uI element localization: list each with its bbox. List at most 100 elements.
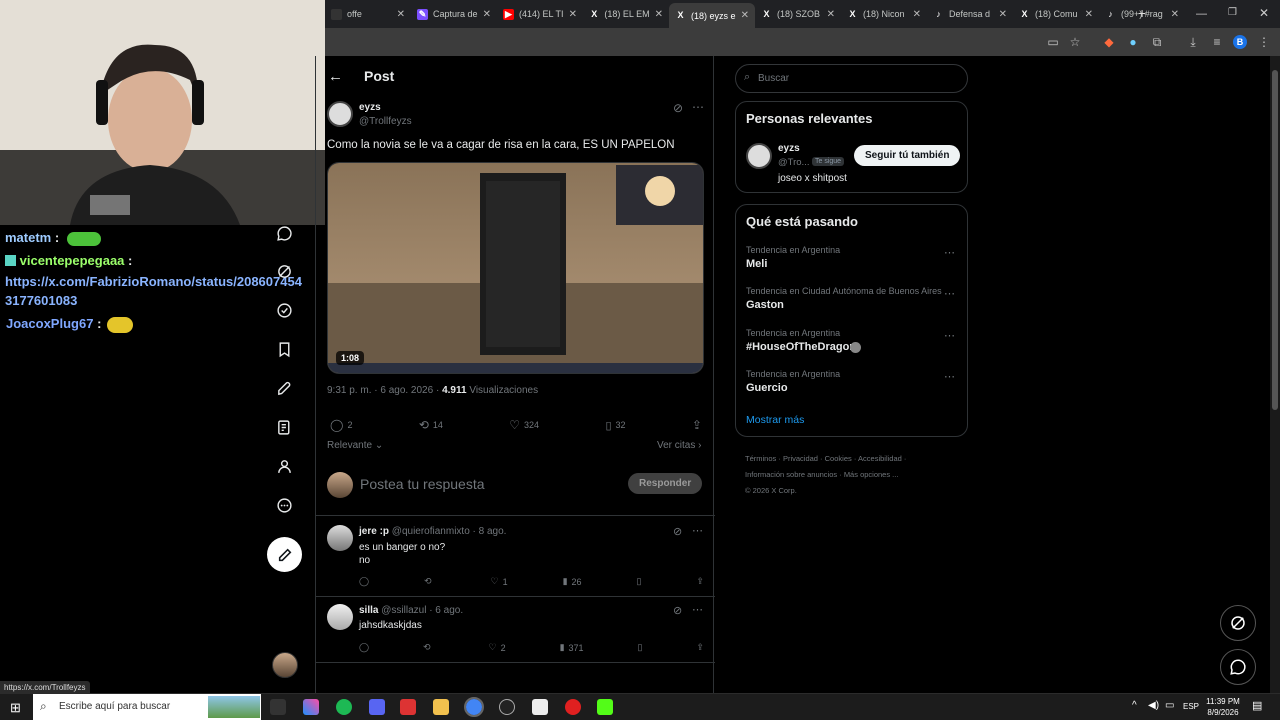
relevant-handle[interactable]: @Tro... <box>778 157 809 168</box>
obs-icon[interactable] <box>499 699 515 715</box>
close-tab-icon[interactable]: ✕ <box>397 9 405 20</box>
compose-post-button[interactable] <box>267 537 302 572</box>
reply-author[interactable]: silla <box>359 605 378 616</box>
browser-tab[interactable]: offe ✕ <box>325 3 411 25</box>
views-button[interactable]: ▮ 371 <box>560 642 584 653</box>
close-tab-icon[interactable]: ✕ <box>741 10 749 21</box>
close-tab-icon[interactable]: ✕ <box>827 9 835 20</box>
browser-tab[interactable]: X (18) eyzs e ✕ <box>669 3 755 28</box>
avatar[interactable] <box>327 525 353 551</box>
grok-icon[interactable]: ⊘ <box>673 525 682 538</box>
messages-fab[interactable] <box>1220 649 1256 685</box>
more-options-icon[interactable]: ⋯ <box>944 329 955 342</box>
notifications-icon[interactable]: ▤ <box>1252 699 1262 712</box>
network-icon[interactable]: ▭ <box>1165 700 1174 711</box>
discord-icon[interactable] <box>369 699 385 715</box>
like-button[interactable]: ♡ 1 <box>491 576 508 587</box>
browser-tab[interactable]: X (18) Comu ✕ <box>1013 3 1099 25</box>
app-icon[interactable] <box>532 699 548 715</box>
close-tab-icon[interactable]: ✕ <box>483 9 491 20</box>
sort-dropdown[interactable]: Relevante ⌄ <box>327 440 383 451</box>
reply-submit-button[interactable]: Responder <box>628 473 703 494</box>
back-arrow-icon[interactable]: ← <box>328 68 343 85</box>
app-icon[interactable] <box>400 699 416 715</box>
minimize-icon[interactable]: — <box>1196 8 1207 20</box>
repost-button[interactable]: ⟲ <box>423 642 435 653</box>
profile-avatar[interactable]: B <box>1233 35 1247 49</box>
more-options-icon[interactable]: ⋯ <box>692 603 703 616</box>
more-options-icon[interactable]: ⋯ <box>692 524 703 537</box>
show-more-link[interactable]: Mostrar más <box>746 414 804 426</box>
close-tab-icon[interactable]: ✕ <box>1085 9 1093 20</box>
share-button[interactable]: ⇪ <box>692 418 702 432</box>
file-explorer-icon[interactable] <box>433 699 449 715</box>
copilot-icon[interactable] <box>303 699 319 715</box>
footer-link[interactable]: Accesibilidad <box>858 454 902 463</box>
bookmark-button[interactable]: ▯ <box>638 642 643 653</box>
browser-tab[interactable]: ♪ Defensa d ✕ <box>927 3 1013 25</box>
bookmark-star-icon[interactable]: ☆ <box>1068 35 1082 49</box>
footer-link[interactable]: Términos <box>745 454 776 463</box>
browser-tab[interactable]: X (18) EL EM ✕ <box>583 3 669 25</box>
bookmark-button[interactable]: ▯ 32 <box>605 419 625 432</box>
author-handle[interactable]: @Trollfeyzs <box>359 116 412 127</box>
account-avatar[interactable] <box>272 652 298 678</box>
relevant-avatar[interactable] <box>746 143 772 169</box>
nav-premium[interactable] <box>272 298 296 322</box>
footer-link[interactable]: Información sobre anuncios <box>745 470 837 479</box>
share-button[interactable]: ⇪ <box>696 576 704 587</box>
nav-more[interactable] <box>272 493 296 517</box>
reply-author[interactable]: jere :p <box>359 526 389 537</box>
footer-link[interactable]: Cookies <box>825 454 852 463</box>
nav-jobs[interactable] <box>272 376 296 400</box>
browser-tab[interactable]: X (18) SZOB ✕ <box>755 3 841 25</box>
search-box[interactable]: ⌕ Buscar <box>735 64 968 93</box>
extension-icon[interactable]: ◆ <box>1102 35 1116 49</box>
taskbar-search-input[interactable]: Escribe aquí para buscar <box>59 701 170 712</box>
tray-chevron-icon[interactable]: ^ <box>1132 700 1137 711</box>
opera-icon[interactable] <box>565 699 581 715</box>
grok-icon[interactable]: ⊘ <box>673 101 683 115</box>
new-tab-button[interactable]: + <box>1138 5 1146 21</box>
close-tab-icon[interactable]: ✕ <box>913 9 921 20</box>
reply-handle[interactable]: @ssillazul <box>381 605 426 616</box>
scrollbar[interactable] <box>1270 56 1280 693</box>
repost-button[interactable]: ⟲ 14 <box>419 418 443 432</box>
trend-item[interactable]: Tendencia en Ciudad Autónoma de Buenos A… <box>746 286 956 311</box>
close-tab-icon[interactable]: ✕ <box>569 9 577 20</box>
more-options-icon[interactable]: ⋯ <box>944 370 955 383</box>
reply-handle[interactable]: @quierofianmixto <box>392 526 470 537</box>
repost-button[interactable]: ⟲ <box>424 576 436 587</box>
browser-tab[interactable]: ▶ (414) EL TI ✕ <box>497 3 583 25</box>
post-video[interactable]: 1:08 <box>327 162 704 374</box>
author-avatar[interactable] <box>327 101 353 127</box>
grok-fab[interactable] <box>1220 605 1256 641</box>
reply-post[interactable]: silla @ssillazul · 6 ago. ⊘ ⋯ jahsdkaskj… <box>316 598 715 664</box>
relevant-name[interactable]: eyzs <box>778 143 800 154</box>
footer-link[interactable]: Privacidad <box>783 454 818 463</box>
more-options-icon[interactable]: ⋯ <box>944 246 955 259</box>
reply-post[interactable]: jere :p @quierofianmixto · 8 ago. ⊘ ⋯ es… <box>316 517 715 597</box>
chat-link-text[interactable]: https://x.com/FabrizioRomano/status/2086… <box>5 274 302 308</box>
browser-tab[interactable]: ✎ Captura de ✕ <box>411 3 497 25</box>
grok-icon[interactable]: ⊘ <box>673 604 682 617</box>
nav-lists[interactable] <box>272 415 296 439</box>
task-view-icon[interactable] <box>270 699 286 715</box>
post-timestamp[interactable]: 9:31 p. m. · 6 ago. 2026 · <box>327 385 442 396</box>
install-icon[interactable]: ▭ <box>1046 35 1060 49</box>
volume-icon[interactable]: ◀) <box>1148 700 1159 711</box>
close-tab-icon[interactable]: ✕ <box>655 9 663 20</box>
nav-messages[interactable] <box>272 221 296 245</box>
reply-button[interactable]: ◯ <box>359 642 369 653</box>
author-name[interactable]: eyzs <box>359 102 381 113</box>
download-icon[interactable]: ⤓ <box>1186 35 1200 49</box>
reading-list-icon[interactable]: ≡ <box>1210 35 1224 49</box>
nav-grok[interactable] <box>272 259 296 283</box>
reply-input[interactable]: Postea tu respuesta <box>360 476 485 492</box>
close-tab-icon[interactable]: ✕ <box>1171 9 1179 20</box>
close-tab-icon[interactable]: ✕ <box>999 9 1007 20</box>
bookmark-button[interactable]: ▯ <box>637 576 642 587</box>
reply-button[interactable]: ◯ 2 <box>330 418 352 432</box>
nav-bookmarks[interactable] <box>272 337 296 361</box>
like-button[interactable]: ♡ 2 <box>489 642 506 653</box>
